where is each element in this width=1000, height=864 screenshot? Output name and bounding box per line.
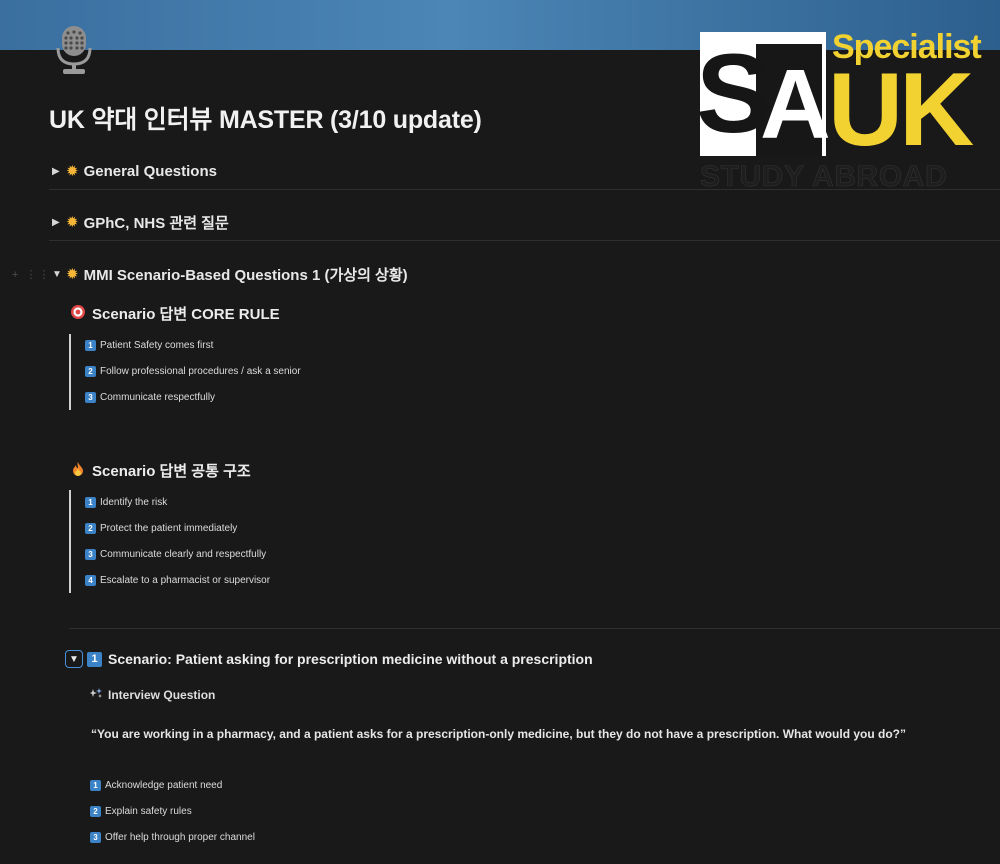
heading-text: Scenario 답변 CORE RULE [92, 306, 280, 323]
toggle-general-questions[interactable]: ▶ ✹ General Questions [52, 158, 217, 184]
list-item-text: Follow professional procedures / ask a s… [100, 366, 301, 377]
list-item-text: Acknowledge patient need [105, 780, 223, 791]
number-badge: 1 [85, 340, 96, 351]
structure-heading[interactable]: Scenario 답변 공통 구조 [70, 460, 251, 481]
list-item[interactable]: 2 Protect the patient immediately [85, 523, 237, 534]
divider [49, 189, 1000, 190]
sa-uk-logo: S A Specialist UK STUDY ABROAD [696, 28, 982, 193]
heading-text: Scenario 답변 공통 구조 [92, 463, 251, 480]
microphone-icon[interactable] [54, 24, 94, 76]
list-item-text: Patient Safety comes first [100, 340, 214, 351]
logo-uk: UK [828, 52, 974, 168]
list-item-text: Offer help through proper channel [105, 832, 255, 843]
drag-handle-icon[interactable]: + ⋮⋮ [12, 268, 51, 281]
fire-icon [70, 461, 86, 481]
list-item-text: Communicate respectfully [100, 392, 216, 403]
sun-icon: ✹ [66, 266, 79, 283]
target-icon [70, 304, 86, 324]
divider [69, 628, 1000, 629]
toggle-label: General Questions [83, 162, 217, 180]
number-badge: 2 [85, 366, 96, 377]
list-item[interactable]: 1 Identify the risk [85, 497, 167, 508]
interview-question-text[interactable]: “You are working in a pharmacy, and a pa… [91, 727, 906, 741]
list-item-text: Escalate to a pharmacist or supervisor [100, 575, 271, 586]
triangle-right-icon[interactable]: ▶ [52, 166, 66, 177]
interview-question-label: Interview Question [108, 688, 216, 702]
logo-letter-s: S [696, 31, 771, 156]
core-rule-heading[interactable]: Scenario 답변 CORE RULE [70, 303, 280, 324]
list-item[interactable]: 3 Offer help through proper channel [90, 832, 255, 843]
sun-icon: ✹ [66, 214, 79, 231]
list-item-text: Explain safety rules [105, 806, 192, 817]
toggle-mmi-scenario[interactable]: ▼ ✹ MMI Scenario-Based Questions 1 (가상의 … [52, 261, 408, 287]
sun-icon: ✹ [66, 163, 79, 180]
list-item[interactable]: 2 Explain safety rules [90, 806, 192, 817]
list-item-text: Protect the patient immediately [100, 523, 238, 534]
toggle-label: MMI Scenario-Based Questions 1 (가상의 상황) [83, 266, 408, 284]
number-badge: 2 [90, 806, 101, 817]
divider [49, 240, 1000, 241]
list-item[interactable]: 1 Patient Safety comes first [85, 340, 213, 351]
list-item[interactable]: 4 Escalate to a pharmacist or supervisor [85, 575, 270, 586]
list-item[interactable]: 3 Communicate respectfully [85, 392, 215, 403]
list-item-text: Communicate clearly and respectfully [100, 549, 267, 560]
quote-bar [69, 334, 71, 410]
triangle-down-icon[interactable]: ▼ [65, 650, 83, 668]
triangle-right-icon[interactable]: ▶ [52, 217, 66, 228]
scenario-title: Scenario: Patient asking for prescriptio… [108, 651, 593, 667]
list-item[interactable]: 1 Acknowledge patient need [90, 780, 222, 791]
quote-bar [69, 490, 71, 593]
number-badge: 4 [85, 575, 96, 586]
toggle-gphc-nhs[interactable]: ▶ ✹ GPhC, NHS 관련 질문 [52, 209, 229, 235]
sparkle-icon [90, 688, 103, 702]
list-item-text: Identify the risk [100, 497, 168, 508]
page-title[interactable]: UK 약대 인터뷰 MASTER (3/10 update) [49, 100, 482, 136]
interview-question-heading[interactable]: Interview Question [90, 688, 215, 702]
logo-letter-a: A [760, 49, 831, 159]
scenario-toggle[interactable]: ▼ 1 Scenario: Patient asking for prescri… [65, 650, 593, 668]
number-badge: 2 [85, 523, 96, 534]
number-badge: 1 [87, 651, 102, 667]
number-badge: 1 [85, 497, 96, 508]
list-item[interactable]: 3 Communicate clearly and respectfully [85, 549, 266, 560]
number-badge: 3 [85, 549, 96, 560]
list-item[interactable]: 2 Follow professional procedures / ask a… [85, 366, 301, 377]
number-badge: 3 [85, 392, 96, 403]
toggle-label: GPhC, NHS 관련 질문 [83, 214, 229, 232]
number-badge: 1 [90, 780, 101, 791]
triangle-down-icon[interactable]: ▼ [52, 269, 66, 280]
number-badge: 3 [90, 832, 101, 843]
